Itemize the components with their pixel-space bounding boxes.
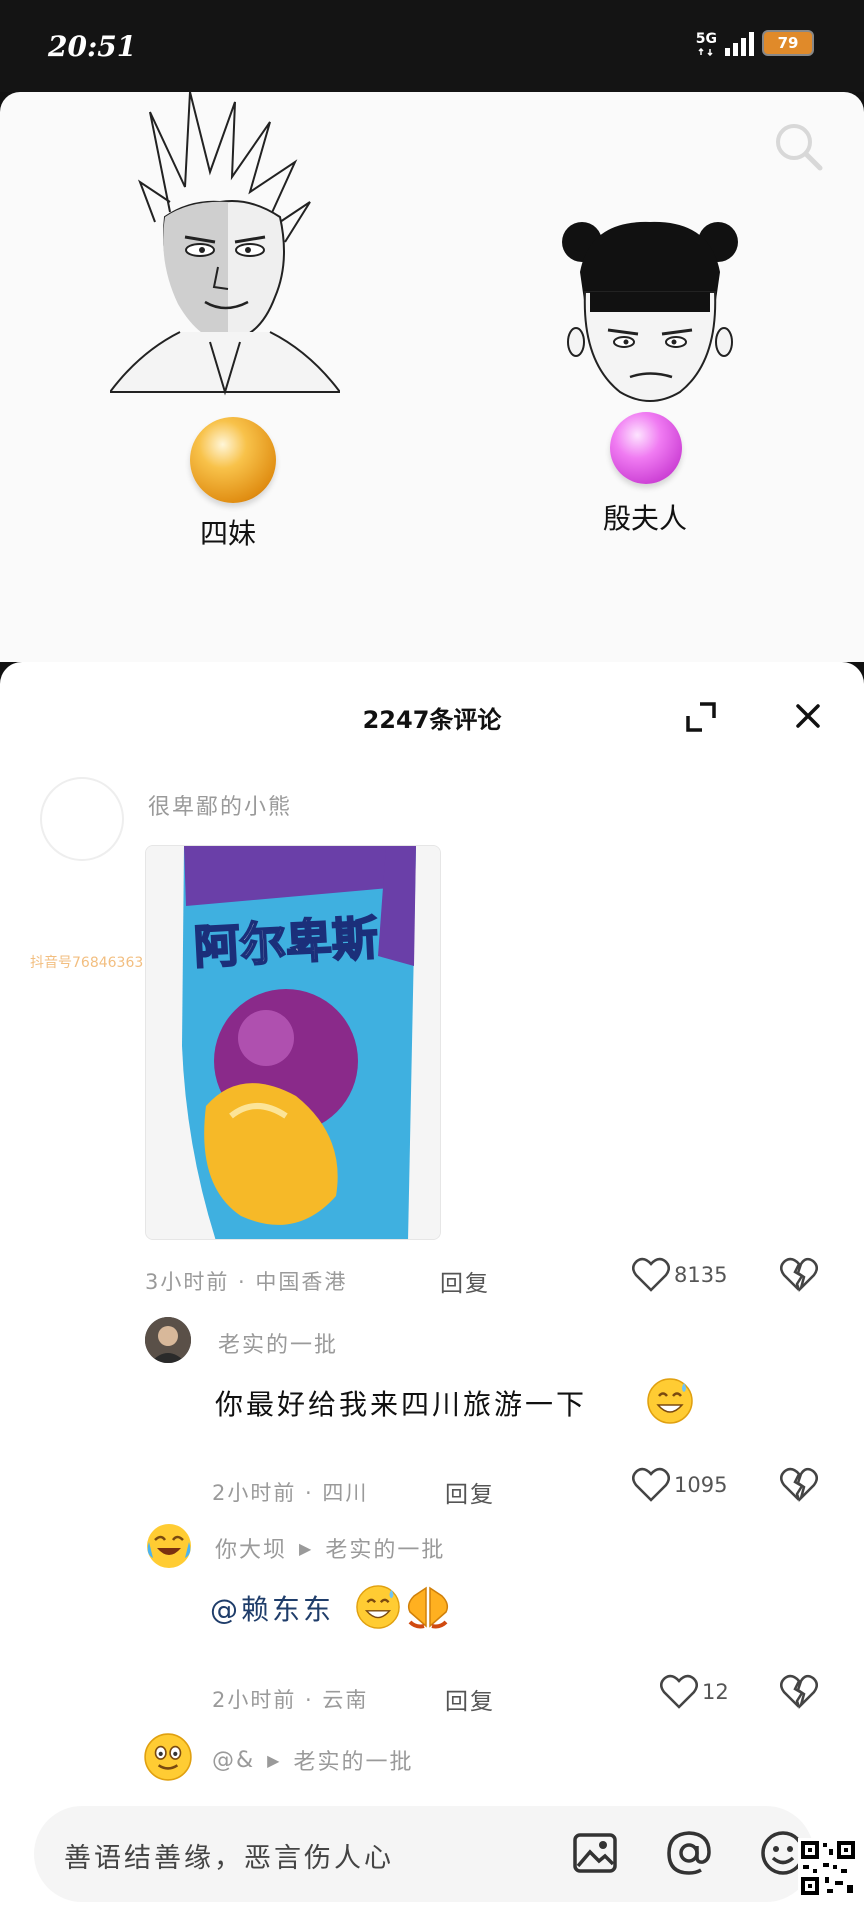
avatar[interactable]	[145, 1317, 191, 1363]
at-icon[interactable]	[666, 1830, 712, 1876]
data-arrows-icon	[698, 48, 713, 56]
qr-code	[798, 1838, 858, 1898]
comment-username[interactable]: @&	[212, 1748, 255, 1773]
comment-item: 很卑鄙的小熊 阿尔卑斯 3小时前 · 中国香港 回复 8135	[0, 777, 864, 1377]
broken-heart-icon[interactable]	[780, 1674, 818, 1710]
grinning-sweat-emoji	[356, 1585, 400, 1629]
broken-heart-icon[interactable]	[780, 1257, 818, 1293]
close-icon[interactable]	[790, 698, 826, 734]
pray-emoji	[407, 1586, 449, 1629]
status-indicators: 5G 79	[696, 30, 814, 56]
avatar[interactable]	[143, 1732, 193, 1782]
signal-icon	[725, 30, 754, 56]
network-indicator: 5G	[696, 32, 717, 56]
heart-icon	[632, 1257, 670, 1292]
reply-arrow-icon: ▶	[267, 1750, 282, 1770]
reply-to-username[interactable]: 老实的一批	[325, 1532, 445, 1564]
comments-sheet: 2247条评论 抖音号76846363 很卑鄙的小熊 阿尔卑斯 3小时前 · 中…	[0, 662, 864, 1920]
status-bar: 20:51 5G 79	[0, 0, 864, 92]
expand-icon[interactable]	[686, 702, 716, 732]
search-icon[interactable]	[772, 120, 826, 174]
like-count: 12	[702, 1680, 729, 1704]
broken-heart-icon[interactable]	[780, 1467, 818, 1503]
orange-ball	[190, 417, 276, 503]
girl-sketch	[562, 221, 738, 402]
comment-text: 你最好给我来四川旅游一下	[215, 1383, 587, 1423]
battery-indicator: 79	[762, 30, 814, 56]
comment-input-bar: 善语结善缘，恶言伤人心	[0, 1786, 864, 1920]
like-button[interactable]: 12	[660, 1674, 729, 1710]
comment-input-placeholder: 善语结善缘，恶言伤人心	[64, 1843, 394, 1874]
pink-ball	[610, 412, 682, 484]
like-button[interactable]: 1095	[632, 1467, 727, 1503]
comments-title: 2247条评论	[362, 706, 502, 734]
reply-arrow-icon: ▶	[299, 1538, 314, 1558]
monkey-king-sketch	[110, 92, 340, 396]
comment-time-location: 2小时前 · 四川	[212, 1481, 369, 1505]
comment-username[interactable]: 很卑鄙的小熊	[148, 789, 292, 821]
status-time: 20:51	[48, 30, 137, 63]
avatar[interactable]	[40, 777, 124, 861]
left-character-label: 四妹	[200, 517, 257, 550]
like-count: 1095	[674, 1473, 728, 1497]
comment-time-location: 3小时前 · 中国香港	[145, 1270, 348, 1294]
like-count: 8135	[674, 1263, 728, 1287]
avatar[interactable]	[145, 1522, 193, 1570]
comment-username[interactable]: 老实的一批	[218, 1327, 338, 1359]
reply-item: 老实的一批 你最好给我来四川旅游一下 2小时前 · 四川 回复 1095	[0, 1317, 864, 1517]
comment-body: 你最好给我来四川旅游一下	[215, 1388, 588, 1421]
reply-to-username[interactable]: 老实的一批	[293, 1744, 413, 1776]
heart-icon	[660, 1674, 698, 1709]
reply-button[interactable]: 回复	[445, 1682, 495, 1716]
popsicle-brand-text: 阿尔卑斯	[193, 911, 380, 975]
comment-image[interactable]: 阿尔卑斯	[145, 845, 441, 1240]
reply-header: @& ▶ 老实的一批	[212, 1744, 413, 1776]
comment-time-location: 2小时前 · 云南	[212, 1688, 369, 1712]
grinning-sweat-emoji	[647, 1378, 693, 1424]
comment-username[interactable]: 你大坝	[215, 1532, 287, 1564]
video-preview[interactable]: 四妹 殷夫人	[0, 92, 864, 662]
person-photo	[145, 1317, 191, 1363]
heart-icon	[632, 1467, 670, 1502]
reply-button[interactable]: 回复	[445, 1475, 495, 1509]
popsicle-picture: 阿尔卑斯	[146, 846, 440, 1239]
comment-body[interactable]: @赖东东	[210, 1588, 334, 1628]
right-character-label: 殷夫人	[603, 502, 688, 535]
reply-button[interactable]: 回复	[440, 1264, 490, 1298]
reply-item: 你大坝 ▶ 老实的一批 @赖东东 2小时前 · 云南 回复 12	[0, 1522, 864, 1722]
like-button[interactable]: 8135	[632, 1257, 727, 1293]
reply-header: 你大坝 ▶ 老实的一批	[215, 1532, 445, 1564]
network-label: 5G	[695, 31, 717, 47]
image-icon[interactable]	[572, 1830, 618, 1876]
